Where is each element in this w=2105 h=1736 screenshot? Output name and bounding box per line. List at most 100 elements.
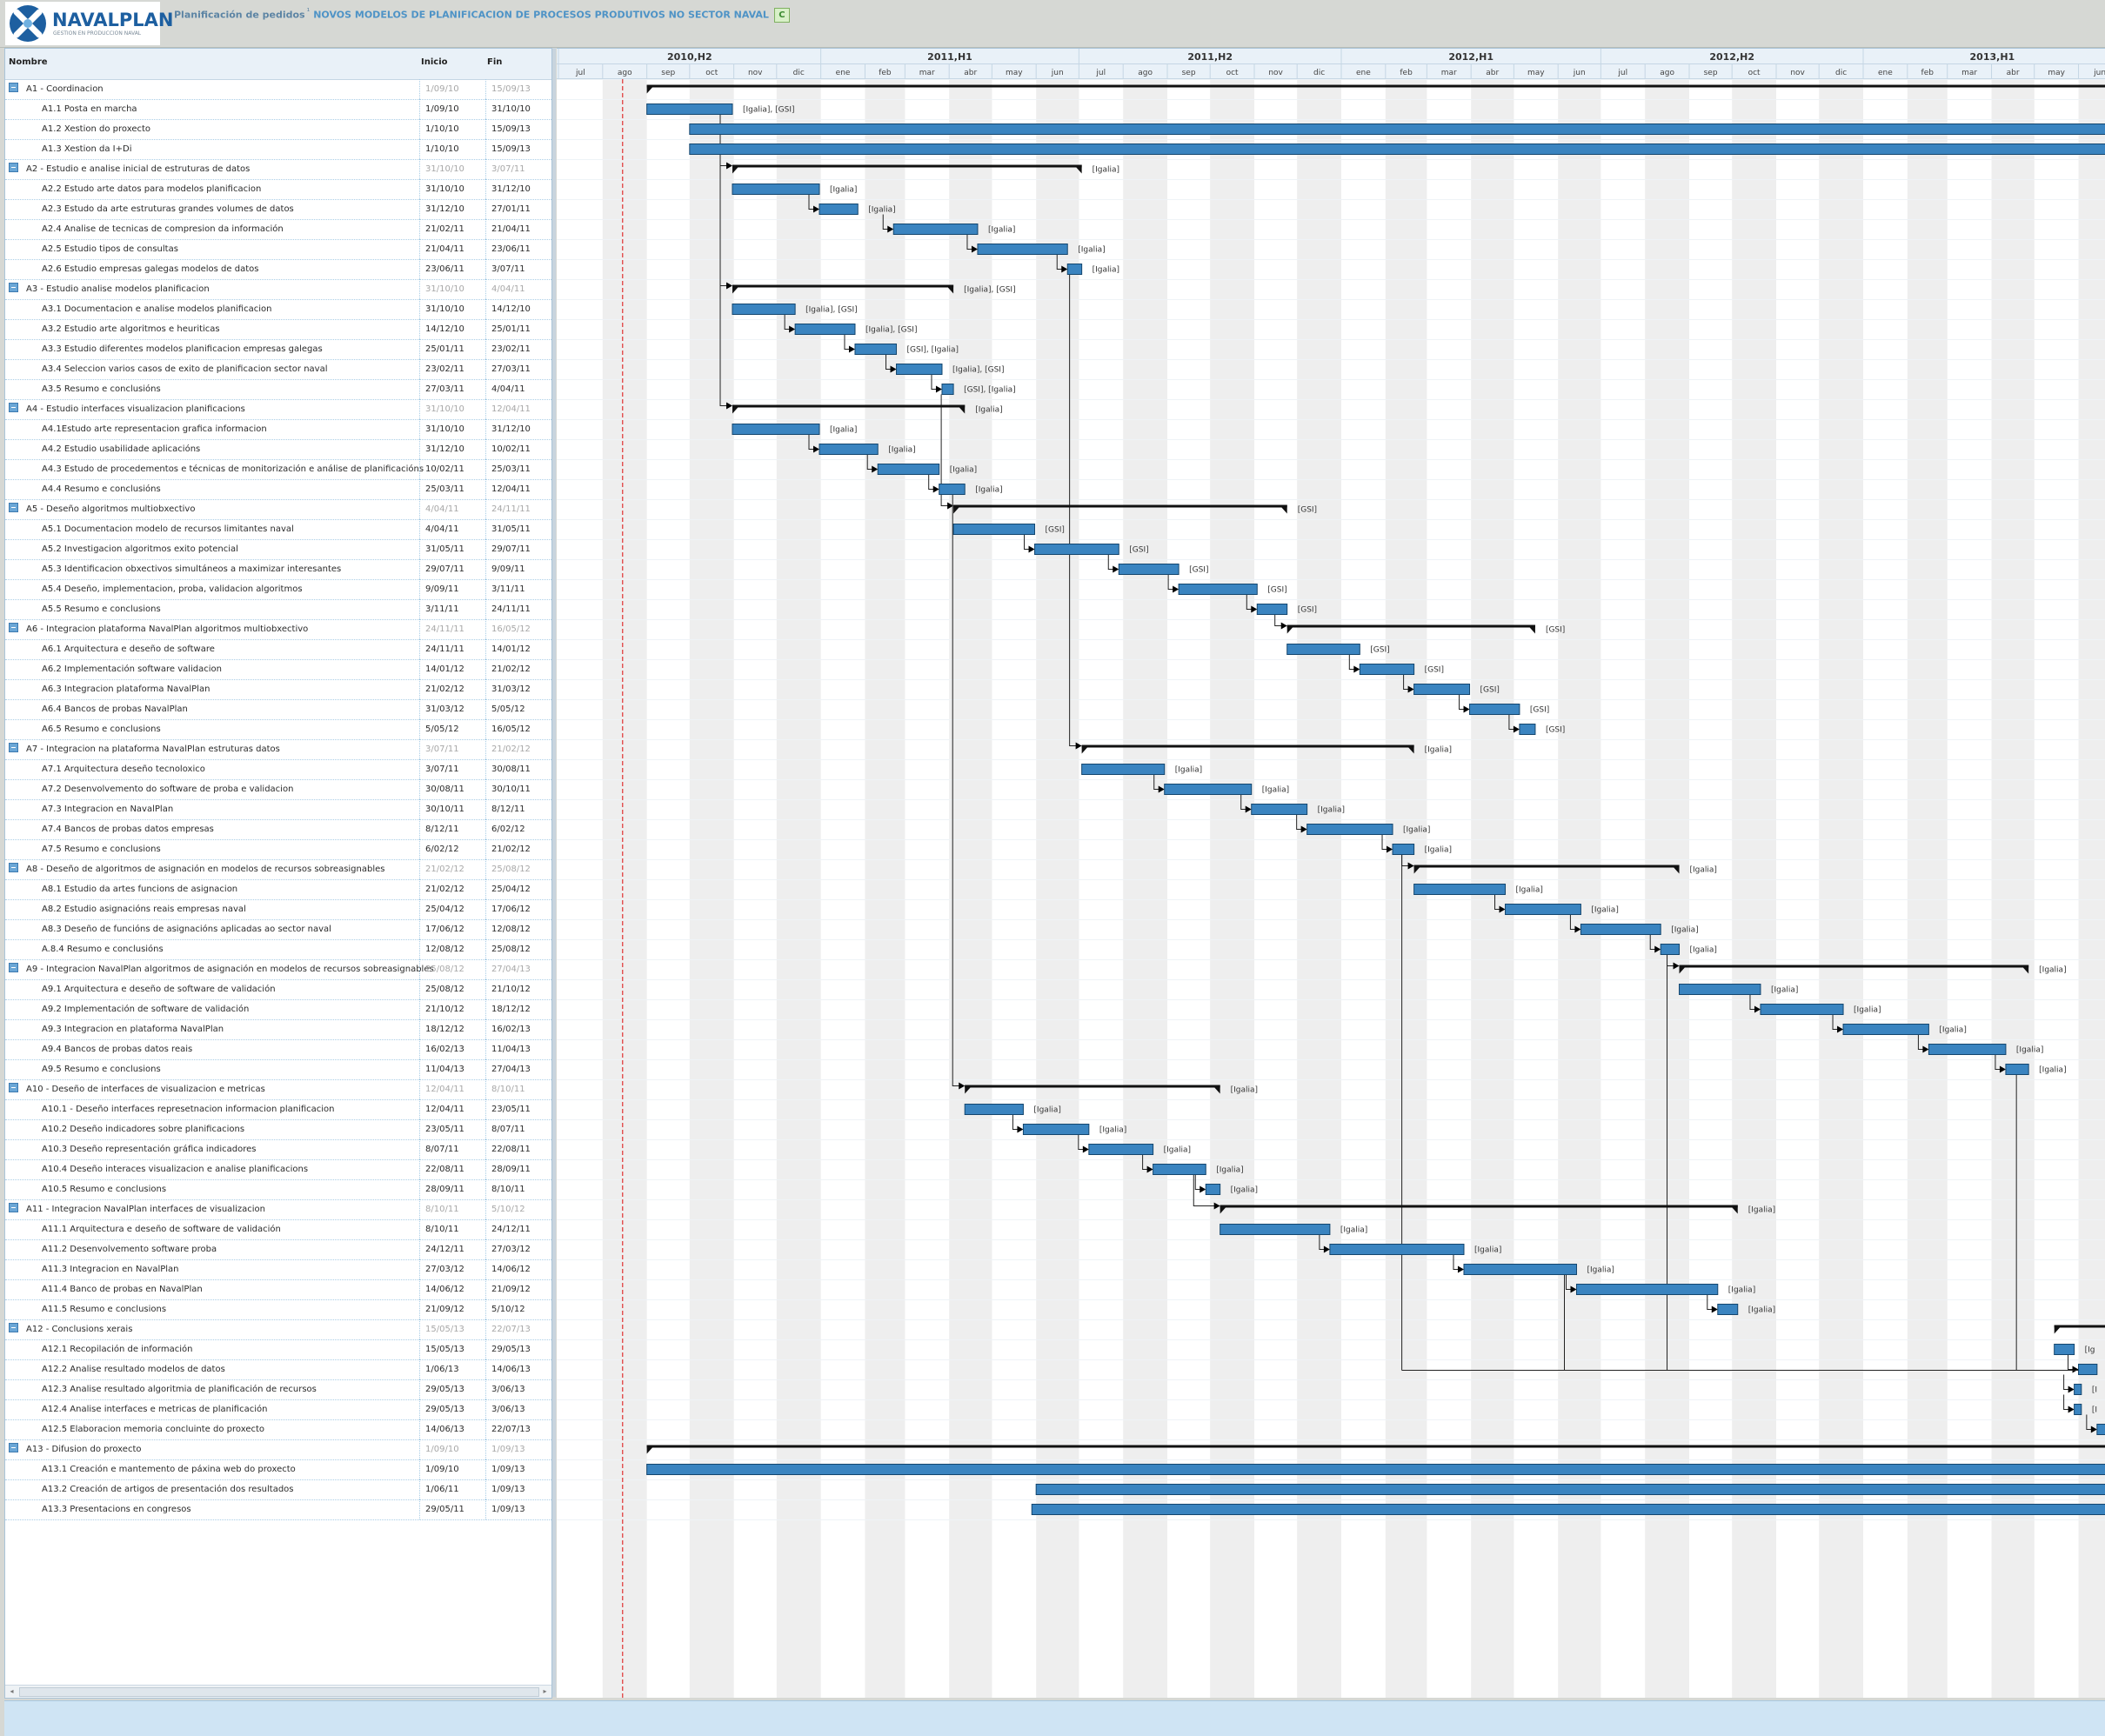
task-start-date[interactable]: 30/10/11: [420, 805, 491, 814]
task-row[interactable]: A13.1 Creación e mantemento de páxina we…: [5, 1459, 551, 1480]
navalplan-logo[interactable]: NAVALPLAN GESTION EN PRODUCCION NAVAL: [5, 2, 173, 45]
task-bar[interactable]: [1081, 764, 1166, 775]
task-end-date[interactable]: 5/05/12: [486, 704, 557, 714]
task-end-date[interactable]: 4/04/11: [486, 384, 557, 394]
task-group-row[interactable]: A1 - Coordinacion 1/09/10 15/09/13: [5, 79, 551, 100]
task-bar[interactable]: [1392, 844, 1415, 855]
task-start-date[interactable]: 21/09/12: [420, 1305, 491, 1314]
task-row[interactable]: A4.4 Resumo e conclusións 25/03/11 12/04/1…: [5, 479, 551, 500]
task-bar[interactable]: [1463, 1264, 1577, 1275]
task-group-bar[interactable]: [1220, 1205, 1738, 1208]
task-end-date[interactable]: 31/05/11: [486, 524, 557, 534]
task-bar[interactable]: [819, 444, 879, 455]
scroll-left-icon[interactable]: ◂: [7, 1686, 17, 1696]
task-end-date[interactable]: 22/07/13: [486, 1325, 557, 1334]
task-end-date[interactable]: 1/09/13: [486, 1485, 557, 1494]
task-end-date[interactable]: 21/02/12: [486, 744, 557, 754]
task-group-bar[interactable]: [732, 404, 966, 408]
task-row[interactable]: A9.5 Resumo e conclusions 11/04/13 27/04/1…: [5, 1059, 551, 1080]
task-end-date[interactable]: 23/02/11: [486, 344, 557, 354]
task-end-date[interactable]: 1/09/13: [486, 1505, 557, 1514]
task-bar[interactable]: [1413, 884, 1507, 895]
task-end-date[interactable]: 16/05/12: [486, 724, 557, 734]
task-start-date[interactable]: 16/02/13: [420, 1045, 491, 1054]
task-end-date[interactable]: 30/10/11: [486, 785, 557, 794]
task-end-date[interactable]: 31/03/12: [486, 684, 557, 694]
task-bar[interactable]: [1760, 1004, 1844, 1015]
task-end-date[interactable]: 25/04/12: [486, 885, 557, 894]
task-bar[interactable]: [689, 124, 2105, 135]
task-row[interactable]: A4.3 Estudo de procedementos e técnicas …: [5, 459, 551, 480]
task-end-date[interactable]: 15/09/13: [486, 84, 557, 94]
task-row[interactable]: A12.1 Recopilación de información 15/05/1…: [5, 1339, 551, 1360]
task-bar[interactable]: [1035, 1484, 2105, 1495]
task-row[interactable]: A6.4 Bancos de probas NavalPlan 31/03/12 5…: [5, 699, 551, 720]
task-row[interactable]: A10.1 - Deseño interfaces represetnacion…: [5, 1099, 551, 1120]
task-bar[interactable]: [794, 324, 856, 335]
task-end-date[interactable]: 31/10/10: [486, 104, 557, 114]
task-end-date[interactable]: 15/09/13: [486, 144, 557, 154]
task-end-date[interactable]: 24/12/11: [486, 1225, 557, 1234]
task-bar[interactable]: [1178, 584, 1258, 595]
task-bar[interactable]: [1153, 1164, 1206, 1175]
task-row[interactable]: A11.2 Desenvolvemento software proba 24/1…: [5, 1239, 551, 1260]
task-row[interactable]: A5.5 Resumo e conclusions 3/11/11 24/11/11: [5, 599, 551, 620]
task-row[interactable]: A3.2 Estudio arte algoritmos e heuritica…: [5, 319, 551, 340]
task-bar[interactable]: [1660, 944, 1681, 955]
task-start-date[interactable]: 27/03/11: [420, 384, 491, 394]
task-group-bar[interactable]: [1679, 965, 2029, 968]
task-start-date[interactable]: 14/01/12: [420, 664, 491, 674]
task-group-bar[interactable]: [953, 504, 1287, 508]
task-row[interactable]: A2.4 Analise de tecnicas de compresion d…: [5, 219, 551, 240]
task-bar[interactable]: [1519, 724, 1536, 735]
task-group-row[interactable]: A11 - Integracion NavalPlan interfaces d…: [5, 1199, 551, 1220]
task-end-date[interactable]: 4/04/11: [486, 284, 557, 294]
task-row[interactable]: A6.3 Integracion plataforma NavalPlan 21/…: [5, 679, 551, 700]
task-start-date[interactable]: 14/12/10: [420, 324, 491, 334]
task-end-date[interactable]: 1/09/13: [486, 1445, 557, 1454]
task-start-date[interactable]: 1/10/10: [420, 144, 491, 154]
task-row[interactable]: A8.3 Deseño de funcións de asignacións a…: [5, 919, 551, 940]
task-start-date[interactable]: 8/12/11: [420, 825, 491, 834]
task-start-date[interactable]: 21/04/11: [420, 244, 491, 254]
task-end-date[interactable]: 10/02/11: [486, 444, 557, 454]
task-start-date[interactable]: 31/10/10: [420, 284, 491, 294]
task-start-date[interactable]: 1/09/10: [420, 104, 491, 114]
task-start-date[interactable]: 23/02/11: [420, 364, 491, 374]
task-end-date[interactable]: 29/07/11: [486, 544, 557, 554]
task-row[interactable]: A3.5 Resumo e conclusións 27/03/11 4/04/11: [5, 379, 551, 400]
task-row[interactable]: A13.3 Presentacions en congresos 29/05/11…: [5, 1499, 551, 1520]
column-header-start[interactable]: Inicio: [421, 57, 448, 67]
task-bar[interactable]: [1164, 784, 1253, 795]
task-bar[interactable]: [2096, 1424, 2105, 1435]
task-group-bar[interactable]: [646, 84, 2105, 88]
task-end-date[interactable]: 16/05/12: [486, 624, 557, 634]
task-group-bar[interactable]: [965, 1085, 1220, 1088]
task-bar[interactable]: [977, 244, 1068, 255]
task-start-date[interactable]: 25/08/12: [420, 985, 491, 994]
task-row[interactable]: A12.5 Elaboracion memoria concluinte do …: [5, 1419, 551, 1440]
task-start-date[interactable]: 1/09/10: [420, 1465, 491, 1474]
task-row[interactable]: A7.3 Integracion en NavalPlan 30/10/11 8/1…: [5, 799, 551, 820]
task-start-date[interactable]: 10/02/11: [420, 464, 491, 474]
task-end-date[interactable]: 12/04/11: [486, 484, 557, 494]
task-row[interactable]: A3.3 Estudio diferentes modelos planific…: [5, 339, 551, 360]
task-end-date[interactable]: 31/12/10: [486, 184, 557, 194]
task-end-date[interactable]: 1/09/13: [486, 1465, 557, 1474]
task-bar[interactable]: [896, 364, 943, 375]
task-end-date[interactable]: 3/07/11: [486, 164, 557, 174]
task-end-date[interactable]: 11/04/13: [486, 1045, 557, 1054]
task-end-date[interactable]: 21/10/12: [486, 985, 557, 994]
task-bar[interactable]: [1286, 644, 1360, 655]
task-start-date[interactable]: 8/10/11: [420, 1225, 491, 1234]
task-group-row[interactable]: A9 - Integracion NavalPlan algoritmos de…: [5, 959, 551, 980]
task-start-date[interactable]: 31/03/12: [420, 704, 491, 714]
task-bar[interactable]: [1928, 1044, 2007, 1055]
task-bar[interactable]: [1022, 1124, 1090, 1135]
task-row[interactable]: A3.4 Seleccion varios casos de exito de …: [5, 359, 551, 380]
task-bar[interactable]: [2078, 1364, 2098, 1375]
task-bar[interactable]: [1205, 1184, 1221, 1195]
task-start-date[interactable]: 5/05/12: [420, 724, 491, 734]
task-row[interactable]: A13.2 Creación de artigos de presentació…: [5, 1479, 551, 1500]
task-start-date[interactable]: 21/02/12: [420, 885, 491, 894]
